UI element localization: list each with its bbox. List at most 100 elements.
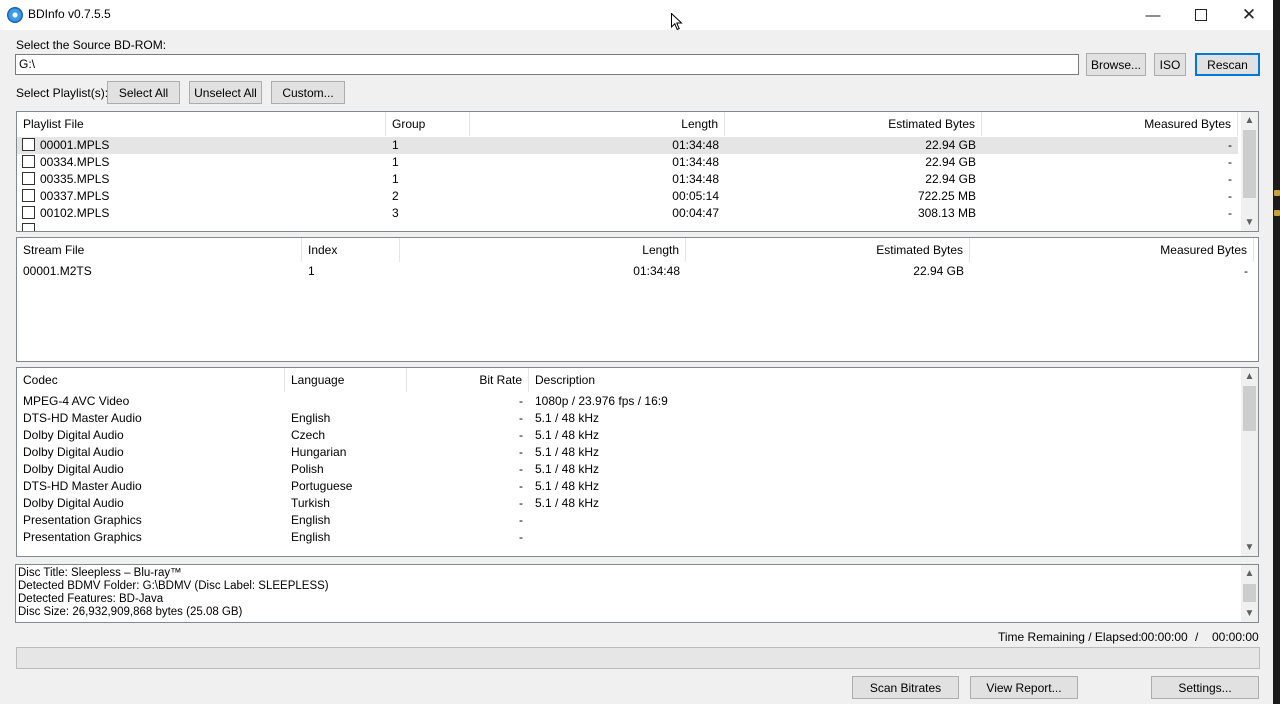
- playlist-row[interactable]: 00334.MPLS 1 01:34:48 22.94 GB -: [17, 154, 1238, 171]
- codec-description: 5.1 / 48 kHz: [535, 479, 600, 493]
- col-description[interactable]: Description: [529, 368, 1238, 392]
- codec-name: Presentation Graphics: [23, 530, 142, 544]
- scroll-thumb[interactable]: [1243, 130, 1256, 198]
- codec-description: [529, 512, 1129, 529]
- col-index[interactable]: Index: [302, 238, 400, 262]
- log-scrollbar[interactable]: ▲ ▼: [1241, 565, 1258, 622]
- codec-description: [529, 529, 1129, 546]
- codec-row[interactable]: Presentation Graphics English -: [17, 512, 1238, 529]
- minimize-icon: —: [1145, 6, 1161, 24]
- codec-row[interactable]: MPEG-4 AVC Video - 1080p / 23.976 fps / …: [17, 393, 1238, 410]
- col-stream-file[interactable]: Stream File: [17, 238, 302, 262]
- col-measured-bytes[interactable]: Measured Bytes: [970, 238, 1254, 262]
- playlist-row[interactable]: 00102.MPLS 3 00:04:47 308.13 MB -: [17, 205, 1238, 222]
- codec-row[interactable]: Presentation Graphics English -: [17, 529, 1238, 546]
- playlist-checkbox[interactable]: [22, 138, 35, 152]
- col-length[interactable]: Length: [400, 238, 686, 262]
- col-length[interactable]: Length: [470, 112, 725, 136]
- col-bit-rate[interactable]: Bit Rate: [407, 368, 529, 392]
- stream-list[interactable]: Stream File Index Length Estimated Bytes…: [16, 237, 1259, 362]
- close-icon: ✕: [1241, 5, 1257, 24]
- codec-row[interactable]: Dolby Digital Audio Hungarian - 5.1 / 48…: [17, 444, 1238, 461]
- close-button[interactable]: ✕: [1226, 0, 1272, 30]
- stream-row[interactable]: 00001.M2TS 1 01:34:48 22.94 GB -: [17, 263, 1254, 280]
- col-group[interactable]: Group: [386, 112, 470, 136]
- scroll-down-icon[interactable]: ▼: [1241, 214, 1258, 231]
- playlist-row[interactable]: 00335.MPLS 1 01:34:48 22.94 GB -: [17, 171, 1238, 188]
- scan-bitrates-button[interactable]: Scan Bitrates: [852, 676, 959, 699]
- iso-button[interactable]: ISO: [1154, 53, 1186, 76]
- codec-list[interactable]: Codec Language Bit Rate Description MPEG…: [16, 367, 1259, 557]
- playlist-scrollbar[interactable]: ▲ ▼: [1241, 112, 1258, 231]
- playlist-checkbox[interactable]: [22, 223, 35, 231]
- col-measured-bytes[interactable]: Measured Bytes: [982, 112, 1238, 136]
- playlist-file: 00001.MPLS: [40, 138, 110, 152]
- scroll-down-icon[interactable]: ▼: [1241, 605, 1258, 622]
- col-estimated-bytes[interactable]: Estimated Bytes: [686, 238, 970, 262]
- playlist-checkbox[interactable]: [22, 189, 35, 203]
- codec-row[interactable]: Dolby Digital Audio Polish - 5.1 / 48 kH…: [17, 461, 1238, 478]
- scroll-thumb[interactable]: [1243, 386, 1256, 431]
- unselect-all-button[interactable]: Unselect All: [189, 81, 262, 104]
- playlist-length: 01:34:48: [672, 155, 719, 169]
- codec-scrollbar[interactable]: ▲ ▼: [1241, 368, 1258, 556]
- codec-description: 5.1 / 48 kHz: [535, 428, 600, 442]
- playlist-row-partial[interactable]: [17, 222, 1238, 231]
- minimize-button[interactable]: —: [1130, 0, 1176, 30]
- scroll-up-icon[interactable]: ▲: [1241, 565, 1258, 582]
- playlist-checkbox[interactable]: [22, 206, 35, 220]
- codec-row[interactable]: Dolby Digital Audio Czech - 5.1 / 48 kHz: [17, 427, 1238, 444]
- codec-description: 5.1 / 48 kHz: [535, 445, 600, 459]
- codec-row[interactable]: DTS-HD Master Audio Portuguese - 5.1 / 4…: [17, 478, 1238, 495]
- browse-button[interactable]: Browse...: [1086, 53, 1146, 76]
- stream-file: 00001.M2TS: [23, 264, 92, 278]
- playlist-length: 00:05:14: [672, 189, 719, 203]
- codec-row[interactable]: Dolby Digital Audio Turkish - 5.1 / 48 k…: [17, 495, 1238, 512]
- playlist-group: 3: [392, 206, 399, 220]
- col-language[interactable]: Language: [285, 368, 407, 392]
- stream-index: 1: [308, 264, 315, 278]
- rescan-button[interactable]: Rescan: [1195, 53, 1260, 76]
- source-path-input[interactable]: G:\: [15, 54, 1079, 75]
- col-playlist-file[interactable]: Playlist File: [17, 112, 386, 136]
- scroll-up-icon[interactable]: ▲: [1241, 368, 1258, 385]
- window-title: BDInfo v0.7.5.5: [28, 7, 111, 21]
- playlist-row[interactable]: 00001.MPLS 1 01:34:48 22.94 GB -: [17, 137, 1238, 154]
- scroll-up-icon[interactable]: ▲: [1241, 112, 1258, 129]
- playlist-row[interactable]: 00337.MPLS 2 00:05:14 722.25 MB -: [17, 188, 1238, 205]
- codec-bitrate: -: [519, 479, 523, 493]
- title-bar: BDInfo v0.7.5.5 — ✕: [0, 0, 1273, 30]
- stream-measured: -: [1244, 264, 1248, 278]
- scroll-thumb[interactable]: [1243, 584, 1256, 602]
- playlist-length: 01:34:48: [672, 138, 719, 152]
- stream-header: Stream File Index Length Estimated Bytes…: [17, 238, 1258, 262]
- col-codec[interactable]: Codec: [17, 368, 285, 392]
- disc-info-log[interactable]: Disc Title: Sleepless – Blu-ray™ Detecte…: [15, 564, 1259, 623]
- select-all-button[interactable]: Select All: [107, 81, 180, 104]
- col-estimated-bytes[interactable]: Estimated Bytes: [725, 112, 982, 136]
- codec-language: Hungarian: [291, 445, 347, 459]
- playlist-checkbox[interactable]: [22, 155, 35, 169]
- view-report-button[interactable]: View Report...: [970, 676, 1078, 699]
- time-separator: /: [1195, 630, 1199, 644]
- time-remaining-value: 00:00:00: [1141, 630, 1188, 644]
- scroll-down-icon[interactable]: ▼: [1241, 539, 1258, 556]
- stream-length: 01:34:48: [633, 264, 680, 278]
- playlist-checkbox[interactable]: [22, 172, 35, 186]
- playlist-length: 00:04:47: [672, 206, 719, 220]
- stream-estimated: 22.94 GB: [913, 264, 964, 278]
- playlist-file: 00337.MPLS: [40, 189, 110, 203]
- bdmv-folder-line: Detected BDMV Folder: G:\BDMV (Disc Labe…: [18, 580, 329, 592]
- playlist-list[interactable]: Playlist File Group Length Estimated Byt…: [16, 111, 1259, 232]
- source-label: Select the Source BD-ROM:: [16, 38, 167, 52]
- codec-row[interactable]: DTS-HD Master Audio English - 5.1 / 48 k…: [17, 410, 1238, 427]
- settings-button[interactable]: Settings...: [1151, 676, 1259, 699]
- playlist-header: Playlist File Group Length Estimated Byt…: [17, 112, 1258, 136]
- codec-language: Portuguese: [291, 479, 353, 493]
- codec-bitrate: -: [519, 530, 523, 544]
- custom-button[interactable]: Custom...: [271, 81, 345, 104]
- playlist-estimated: 22.94 GB: [925, 155, 976, 169]
- maximize-button[interactable]: [1178, 0, 1224, 30]
- codec-bitrate: -: [519, 394, 523, 408]
- playlist-group: 1: [392, 155, 399, 169]
